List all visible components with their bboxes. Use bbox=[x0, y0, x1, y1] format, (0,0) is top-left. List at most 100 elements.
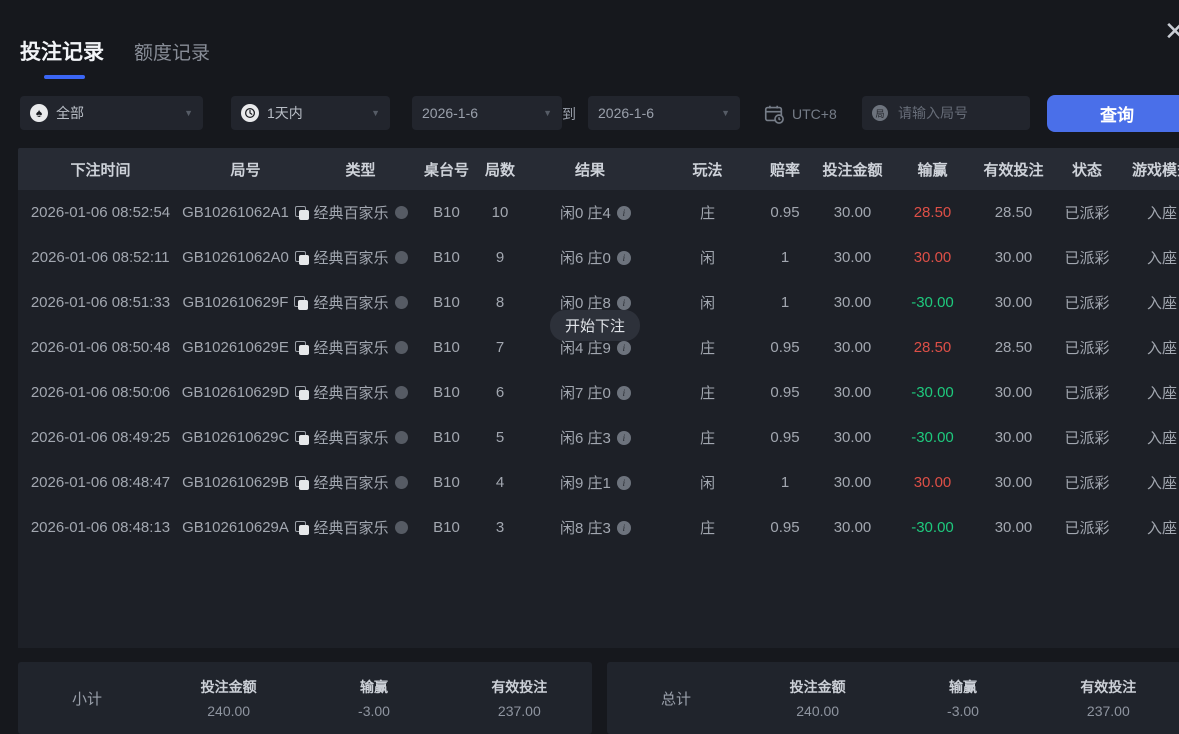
search-button[interactable]: 查询 bbox=[1047, 95, 1179, 132]
info-icon[interactable]: i bbox=[616, 430, 631, 445]
cell-win-loss: -30.00 bbox=[911, 384, 954, 401]
cell-round-no: 8 bbox=[495, 294, 505, 311]
cell-win-loss: 28.50 bbox=[913, 339, 952, 356]
win-loss-label: 输赢 bbox=[359, 679, 388, 695]
cell-play-type: 庄 bbox=[699, 430, 715, 447]
header-play-type: 玩法 bbox=[692, 161, 723, 179]
cell-win-loss: 30.00 bbox=[913, 249, 952, 266]
cell-bet-amount: 30.00 bbox=[833, 519, 872, 536]
table-row: 2026-01-06 08:49:25 GB102610629C 经典百家乐 B… bbox=[18, 415, 1179, 460]
cell-result: 闲9 庄1 i bbox=[520, 472, 660, 493]
info-icon[interactable]: i bbox=[616, 205, 631, 220]
timezone-label: UTC+8 bbox=[792, 106, 837, 122]
copy-icon[interactable] bbox=[294, 295, 309, 310]
header-odds: 赔率 bbox=[769, 161, 800, 179]
game-no-text: GB102610629D bbox=[181, 384, 290, 401]
cell-win-loss: -30.00 bbox=[911, 294, 954, 311]
cell-game-mode: 入座 bbox=[1146, 250, 1177, 267]
cell-game-type: 经典百家乐 bbox=[308, 247, 413, 268]
cell-game-no: GB102610629D bbox=[181, 384, 310, 401]
replay-dot-icon[interactable] bbox=[394, 476, 408, 489]
cell-table-no: B10 bbox=[433, 294, 460, 311]
cell-round-no: 10 bbox=[491, 204, 509, 221]
copy-icon[interactable] bbox=[294, 520, 309, 535]
cell-valid-bet: 30.00 bbox=[994, 294, 1033, 311]
cell-status: 已派彩 bbox=[1064, 520, 1110, 537]
header-game-type: 类型 bbox=[345, 161, 376, 179]
time-range-dropdown[interactable]: 1天内 ▼ bbox=[231, 96, 390, 130]
cell-odds: 0.95 bbox=[770, 339, 800, 356]
game-type-text: 经典百家乐 bbox=[313, 295, 389, 312]
table-body: 2026-01-06 08:52:54 GB10261062A1 经典百家乐 B… bbox=[18, 190, 1179, 648]
spade-icon: ♠ bbox=[30, 104, 48, 122]
game-no-circle-icon: 局 bbox=[872, 105, 888, 121]
info-icon[interactable]: i bbox=[616, 520, 631, 535]
replay-dot-icon[interactable] bbox=[394, 386, 408, 399]
game-no-text: GB102610629B bbox=[182, 474, 289, 491]
cell-round-no: 5 bbox=[495, 429, 505, 446]
cell-win-loss: -30.00 bbox=[911, 519, 954, 536]
calendar-clock-icon bbox=[763, 103, 785, 125]
game-type-text: 经典百家乐 bbox=[313, 430, 389, 447]
subtotal-label: 小计 bbox=[71, 690, 102, 708]
header-table-no: 桌台号 bbox=[423, 161, 469, 179]
copy-icon[interactable] bbox=[294, 205, 309, 220]
date-to-dropdown[interactable]: 2026-1-6 ▼ bbox=[588, 96, 740, 130]
cell-game-mode: 入座 bbox=[1146, 295, 1177, 312]
header-bet-amount: 投注金额 bbox=[822, 161, 883, 179]
valid-bet-label: 有效投注 bbox=[491, 679, 548, 695]
replay-dot-icon[interactable] bbox=[394, 431, 408, 444]
cell-game-no: GB102610629B bbox=[182, 474, 309, 491]
game-type-text: 经典百家乐 bbox=[313, 250, 389, 267]
cell-win-loss: 28.50 bbox=[913, 204, 952, 221]
cell-game-mode: 入座 bbox=[1146, 205, 1177, 222]
close-icon[interactable]: ✕ bbox=[1164, 18, 1179, 44]
valid-bet-value: 237.00 bbox=[497, 703, 541, 719]
replay-dot-icon[interactable] bbox=[394, 296, 408, 309]
copy-icon[interactable] bbox=[294, 340, 309, 355]
info-icon[interactable]: i bbox=[616, 385, 631, 400]
replay-dot-icon[interactable] bbox=[394, 341, 408, 354]
info-icon[interactable]: i bbox=[616, 250, 631, 265]
date-to-value: 2026-1-6 bbox=[598, 105, 655, 121]
cell-valid-bet: 30.00 bbox=[994, 429, 1033, 446]
cell-bet-time: 2026-01-06 08:52:11 bbox=[31, 249, 170, 266]
cell-round-no: 4 bbox=[495, 474, 505, 491]
game-no-input[interactable] bbox=[896, 104, 1020, 122]
cell-bet-amount: 30.00 bbox=[833, 204, 872, 221]
tab-bar: 投注记录 额度记录 bbox=[20, 36, 210, 66]
game-type-value: 全部 bbox=[56, 105, 84, 121]
replay-dot-icon[interactable] bbox=[394, 206, 408, 219]
cell-bet-amount: 30.00 bbox=[833, 339, 872, 356]
info-icon[interactable]: i bbox=[616, 475, 631, 490]
copy-icon[interactable] bbox=[295, 430, 310, 445]
result-text: 闲7 庄0 bbox=[560, 385, 611, 402]
cell-valid-bet: 30.00 bbox=[994, 384, 1033, 401]
timezone-indicator[interactable]: UTC+8 bbox=[763, 103, 837, 125]
game-no-search-box: 局 bbox=[862, 96, 1030, 130]
copy-icon[interactable] bbox=[294, 475, 309, 490]
info-icon[interactable]: i bbox=[616, 295, 631, 310]
replay-dot-icon[interactable] bbox=[394, 251, 408, 264]
cell-play-type: 庄 bbox=[699, 340, 715, 357]
cell-game-mode: 入座 bbox=[1146, 520, 1177, 537]
cell-status: 已派彩 bbox=[1064, 205, 1110, 222]
date-from-value: 2026-1-6 bbox=[422, 105, 479, 121]
replay-dot-icon[interactable] bbox=[394, 521, 408, 534]
cell-bet-time: 2026-01-06 08:50:06 bbox=[30, 384, 171, 401]
header-valid-bet: 有效投注 bbox=[983, 161, 1044, 179]
cell-status: 已派彩 bbox=[1064, 295, 1110, 312]
tab-bet-records[interactable]: 投注记录 bbox=[20, 36, 104, 66]
cell-game-no: GB102610629A bbox=[182, 519, 309, 536]
game-type-dropdown[interactable]: ♠ 全部 ▼ bbox=[20, 96, 203, 130]
info-icon[interactable]: i bbox=[616, 340, 631, 355]
copy-icon[interactable] bbox=[294, 250, 309, 265]
cell-game-type: 经典百家乐 bbox=[308, 202, 413, 223]
header-game-no: 局号 bbox=[230, 161, 261, 179]
cell-odds: 0.95 bbox=[770, 429, 800, 446]
cell-game-type: 经典百家乐 bbox=[308, 292, 413, 313]
cell-game-no: GB102610629E bbox=[182, 339, 309, 356]
date-from-dropdown[interactable]: 2026-1-6 ▼ bbox=[412, 96, 562, 130]
tab-quota-records[interactable]: 额度记录 bbox=[134, 38, 210, 65]
copy-icon[interactable] bbox=[295, 385, 310, 400]
